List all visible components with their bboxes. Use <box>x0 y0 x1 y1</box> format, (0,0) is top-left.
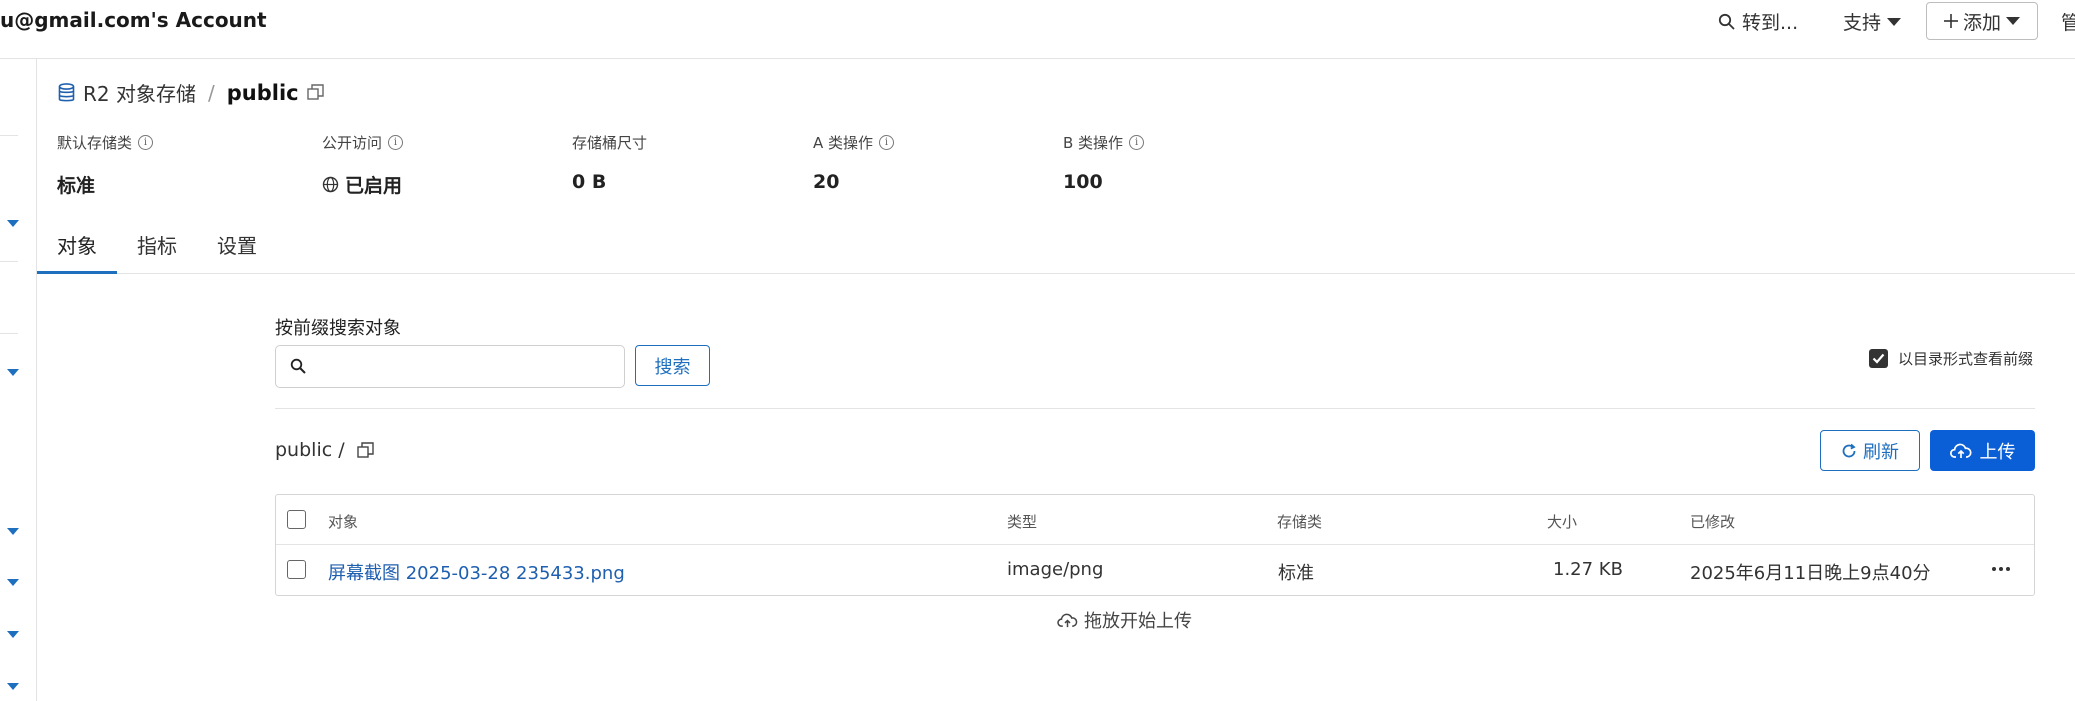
left-sidebar <box>0 59 37 701</box>
top-bar: u@gmail.com's Account 转到... 支持 添加 管 <box>0 0 2075 59</box>
stat-class-b-operations: B 类操作 i 100 <box>1063 132 1145 193</box>
info-icon[interactable]: i <box>879 135 895 150</box>
column-header-storage-class[interactable]: 存储类 <box>1277 511 1322 532</box>
stat-label: B 类操作 <box>1063 134 1124 152</box>
globe-icon <box>322 176 339 193</box>
search-label: 按前缀搜索对象 <box>275 318 401 339</box>
info-icon[interactable]: i <box>138 135 154 150</box>
chevron-down-icon[interactable] <box>7 683 19 690</box>
refresh-button[interactable]: 刷新 <box>1820 430 1920 471</box>
chevron-down-icon <box>2006 17 2020 25</box>
sidebar-divider <box>0 261 18 262</box>
stat-value: 20 <box>813 171 840 193</box>
stat-value: 已启用 <box>345 175 403 197</box>
column-header-modified[interactable]: 已修改 <box>1690 511 1735 532</box>
upload-label: 上传 <box>1979 441 2016 462</box>
objects-table: 对象 类型 存储类 大小 已修改 屏幕截图 2025-03-28 235433.… <box>275 494 2035 596</box>
more-options-icon[interactable] <box>1992 567 2010 571</box>
overflow-menu-label[interactable]: 管 <box>2061 8 2075 35</box>
stat-class-a-operations: A 类操作 i 20 <box>813 132 895 193</box>
add-button[interactable]: 添加 <box>1926 2 2038 40</box>
search-button[interactable]: 搜索 <box>635 345 710 386</box>
dropzone-label: 拖放开始上传 <box>1084 611 1192 632</box>
object-storage-class: 标准 <box>1278 563 1314 584</box>
search-icon <box>1718 13 1735 30</box>
search-field[interactable] <box>275 345 625 388</box>
drop-to-upload-hint[interactable]: 拖放开始上传 <box>1057 607 1192 633</box>
object-name-link[interactable]: 屏幕截图 2025-03-28 235433.png <box>328 559 625 585</box>
column-header-object[interactable]: 对象 <box>328 511 358 532</box>
breadcrumb: R2 对象存储 / public <box>58 78 324 107</box>
select-all-checkbox[interactable] <box>287 510 306 529</box>
active-tab-indicator <box>37 271 117 274</box>
directory-toggle-label: 以目录形式查看前缀 <box>1898 350 2034 368</box>
current-path: public / <box>275 439 374 461</box>
cloud-upload-icon <box>1949 443 1971 458</box>
breadcrumb-separator: / <box>207 80 215 105</box>
cloud-upload-icon <box>1057 613 1078 627</box>
chevron-down-icon[interactable] <box>7 369 19 376</box>
stat-value: 100 <box>1063 171 1103 193</box>
info-icon[interactable]: i <box>388 135 404 150</box>
chevron-down-icon <box>1887 17 1902 26</box>
search-icon <box>290 358 306 374</box>
chevron-down-icon[interactable] <box>7 220 19 227</box>
row-checkbox[interactable] <box>287 560 306 579</box>
tab-settings[interactable]: 设置 <box>217 230 257 259</box>
copy-icon[interactable] <box>306 84 324 101</box>
chevron-down-icon[interactable] <box>7 528 19 535</box>
sidebar-divider <box>0 135 18 136</box>
stat-public-access: 公开访问 i 已启用 <box>322 132 404 198</box>
upload-button[interactable]: 上传 <box>1930 430 2035 471</box>
stat-value: 标准 <box>57 175 96 197</box>
stat-bucket-size: 存储桶尺寸 0 B <box>572 132 647 193</box>
add-label: 添加 <box>1962 11 2001 34</box>
path-label: public / <box>275 439 345 461</box>
chevron-down-icon[interactable] <box>7 579 19 586</box>
column-header-size[interactable]: 大小 <box>1547 511 1577 532</box>
divider <box>275 408 2035 409</box>
tab-metrics[interactable]: 指标 <box>137 230 177 259</box>
refresh-label: 刷新 <box>1863 441 1899 462</box>
directory-view-toggle[interactable]: 以目录形式查看前缀 <box>1869 348 2033 369</box>
support-menu[interactable]: 支持 <box>1843 8 1902 35</box>
table-header: 对象 类型 存储类 大小 已修改 <box>276 495 2034 545</box>
goto-label: 转到... <box>1742 12 1799 34</box>
stat-label: 存储桶尺寸 <box>572 134 648 152</box>
goto-button[interactable]: 转到... <box>1718 8 1798 35</box>
stat-label: A 类操作 <box>813 134 874 152</box>
stat-default-storage-class: 默认存储类 i 标准 <box>57 132 154 198</box>
search-input[interactable] <box>312 354 612 380</box>
check-icon <box>1872 353 1885 364</box>
column-header-type[interactable]: 类型 <box>1007 511 1037 532</box>
refresh-icon <box>1842 443 1856 457</box>
chevron-down-icon[interactable] <box>7 631 19 638</box>
account-name[interactable]: u@gmail.com's Account <box>0 8 267 32</box>
sidebar-divider <box>0 333 18 334</box>
breadcrumb-root[interactable]: R2 对象存储 <box>83 78 196 107</box>
object-type: image/png <box>1007 559 1104 580</box>
checkbox-checked[interactable] <box>1869 349 1888 368</box>
stat-label: 默认存储类 <box>57 134 133 152</box>
tab-objects[interactable]: 对象 <box>57 230 97 259</box>
tab-bar: 对象 指标 设置 <box>37 220 2075 274</box>
plus-icon <box>1943 14 1958 28</box>
table-row: 屏幕截图 2025-03-28 235433.png image/png 标准 … <box>276 545 2034 595</box>
stat-value: 0 B <box>572 171 607 193</box>
support-label: 支持 <box>1843 12 1882 34</box>
stat-label: 公开访问 <box>322 134 383 152</box>
bucket-title: public <box>226 80 299 105</box>
database-icon <box>58 82 75 101</box>
object-modified: 2025年6月11日晚上9点40分 <box>1690 563 1931 584</box>
copy-icon[interactable] <box>356 441 374 459</box>
object-size: 1.27 KB <box>1553 559 1623 580</box>
info-icon[interactable]: i <box>1129 135 1145 150</box>
